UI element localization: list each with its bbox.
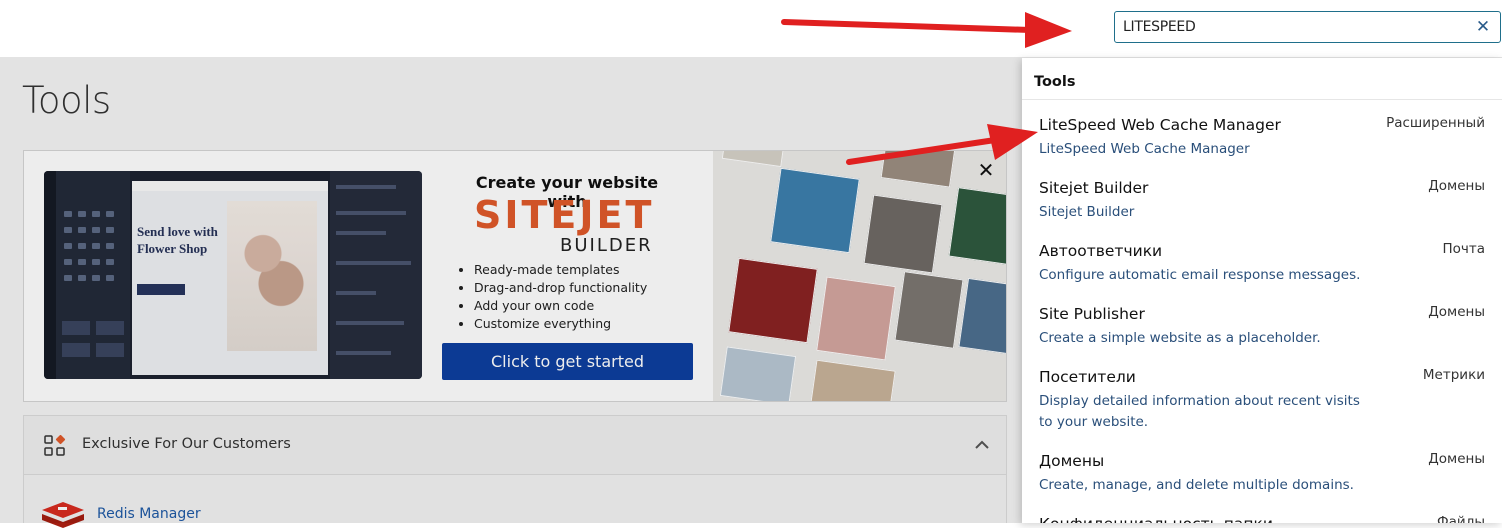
mock-headline: Send love with Flower Shop [137, 224, 218, 256]
feature-list: Ready-made templates Drag-and-drop funct… [456, 261, 647, 333]
result-category: Домены [1428, 304, 1485, 320]
editor-settings-panel [330, 171, 422, 379]
editor-canvas: Send love with Flower Shop [132, 181, 328, 375]
result-title: Конфиденциальность папки [1039, 515, 1273, 523]
result-category: Почта [1442, 241, 1485, 257]
editor-screenshot: Send love with Flower Shop [44, 171, 422, 379]
result-category: Расширенный [1386, 115, 1485, 131]
result-title: Домены [1039, 452, 1105, 470]
sitejet-promo-banner: Send love with Flower Shop Create your w… [23, 150, 1007, 402]
result-category: Домены [1428, 178, 1485, 194]
templates-collage [713, 151, 1006, 401]
top-bar: ✕ [0, 0, 1502, 57]
close-icon[interactable]: ✕ [1474, 17, 1492, 37]
results-group-header: Tools [1022, 58, 1502, 100]
result-title: Sitejet Builder [1039, 179, 1149, 197]
redis-manager-link[interactable]: Redis Manager [97, 506, 201, 522]
editor-toolbar [44, 171, 56, 379]
search-results-dropdown: Tools LiteSpeed Web Cache Manager LiteSp… [1022, 58, 1502, 523]
search-box[interactable]: ✕ [1114, 11, 1501, 43]
sitejet-logo: SITEJET [474, 193, 655, 237]
exclusive-tools-list: Redis Manager [23, 475, 1007, 528]
result-description: Create a simple website as a placeholder… [1039, 330, 1321, 346]
result-title: LiteSpeed Web Cache Manager [1039, 116, 1281, 134]
exclusive-section-header[interactable]: Exclusive For Our Customers [23, 415, 1007, 475]
feature-item: Add your own code [474, 297, 647, 315]
search-input[interactable] [1115, 12, 1465, 42]
get-started-button[interactable]: Click to get started [442, 343, 693, 380]
editor-elements-panel [56, 171, 130, 379]
redis-icon [42, 502, 84, 528]
feature-item: Customize everything [474, 315, 647, 333]
mock-nav [132, 181, 328, 191]
mock-cta [137, 284, 185, 295]
feature-item: Ready-made templates [474, 261, 647, 279]
close-banner-button[interactable]: ✕ [976, 159, 996, 181]
result-description: LiteSpeed Web Cache Manager [1039, 141, 1250, 157]
result-title: Site Publisher [1039, 305, 1145, 323]
result-description: Configure automatic email response messa… [1039, 267, 1361, 283]
result-description: Sitejet Builder [1039, 204, 1135, 220]
result-title: Автоответчики [1039, 242, 1163, 260]
builder-logo-text: BUILDER [560, 235, 653, 256]
exclusive-section-title: Exclusive For Our Customers [82, 436, 291, 452]
result-category: Файлы [1437, 514, 1485, 523]
result-description: Display detailed information about recen… [1039, 393, 1360, 430]
chevron-up-icon[interactable] [974, 438, 990, 452]
result-title: Посетители [1039, 368, 1136, 386]
page-title: Tools [22, 79, 111, 122]
apps-grid-icon [44, 435, 66, 456]
result-category: Домены [1428, 451, 1485, 467]
result-description: Create, manage, and delete multiple doma… [1039, 477, 1354, 493]
feature-item: Drag-and-drop functionality [474, 279, 647, 297]
result-category: Метрики [1422, 367, 1485, 383]
flowers-image [227, 201, 317, 351]
